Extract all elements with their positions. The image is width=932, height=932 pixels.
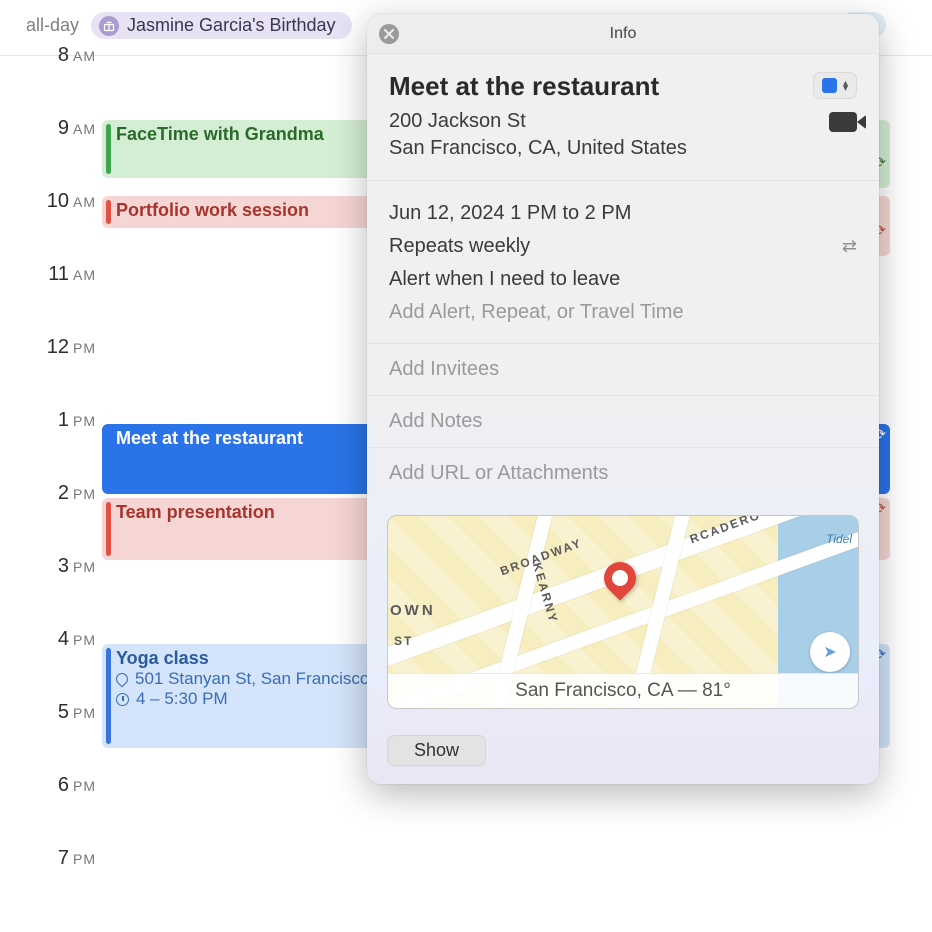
location-icon — [114, 671, 131, 688]
address-line-2: San Francisco, CA, United States — [389, 135, 687, 162]
clock-icon — [116, 693, 129, 706]
hour-label: 10AM — [40, 190, 96, 213]
chevron-down-icon: ▾ — [843, 86, 848, 91]
map-container: BROADWAY KEARNY OWN ST RCADERO Tidel ➤ S… — [367, 499, 879, 723]
hour-label: 8AM — [40, 44, 96, 67]
hour-label: 3PM — [40, 555, 96, 578]
gift-icon — [99, 16, 119, 36]
hour-label: 5PM — [40, 701, 96, 724]
event-title: Team presentation — [116, 502, 275, 522]
event-color-bar — [106, 200, 111, 224]
event-alert[interactable]: Alert when I need to leave — [389, 268, 620, 291]
hour-label: 2PM — [40, 482, 96, 505]
add-invitees[interactable]: Add Invitees — [367, 344, 879, 396]
popover-bottom-bar: Show — [367, 723, 879, 784]
map-compass-button[interactable]: ➤ — [810, 632, 850, 672]
show-button[interactable]: Show — [387, 735, 486, 766]
event-location-row: 200 Jackson St San Francisco, CA, United… — [367, 106, 879, 181]
event-color-bar — [106, 124, 111, 174]
map-weather-footer: San Francisco, CA — 81° — [388, 673, 858, 708]
allday-label: all-day — [26, 15, 79, 36]
calendar-select[interactable]: ▴ ▾ — [813, 72, 857, 99]
hour-label: 1PM — [40, 409, 96, 432]
map-water-label: Tidel — [826, 532, 852, 546]
event-color-bar — [106, 648, 111, 744]
calendar-color-swatch — [822, 78, 837, 93]
hour-label: 4PM — [40, 628, 96, 651]
add-url-attachments[interactable]: Add URL or Attachments — [367, 448, 879, 499]
allday-event-label: Jasmine Garcia's Birthday — [127, 15, 336, 36]
event-time-section: Jun 12, 2024 1 PM to 2 PM Repeats weekly… — [367, 181, 879, 344]
close-icon — [384, 29, 394, 39]
location-map[interactable]: BROADWAY KEARNY OWN ST RCADERO Tidel ➤ S… — [387, 515, 859, 709]
hour-label: 7PM — [40, 847, 96, 870]
event-repeat[interactable]: Repeats weekly — [389, 235, 530, 258]
event-title: FaceTime with Grandma — [116, 124, 324, 144]
add-alert-repeat-travel[interactable]: Add Alert, Repeat, or Travel Time — [389, 301, 684, 324]
repeat-icon — [842, 235, 857, 258]
close-button[interactable] — [379, 24, 399, 44]
popover-header: Info — [367, 14, 879, 54]
event-color-bar — [106, 502, 111, 556]
popover-middle: Add Invitees Add Notes Add URL or Attach… — [367, 344, 879, 784]
address-line-1: 200 Jackson St — [389, 108, 687, 135]
map-road-label: ST — [394, 634, 413, 648]
video-call-icon[interactable] — [829, 112, 857, 132]
event-info-popover: Info Meet at the restaurant ▴ ▾ 200 Jack… — [367, 14, 879, 784]
event-title: Portfolio work session — [116, 200, 309, 220]
hour-label: 11AM — [40, 263, 96, 286]
add-notes[interactable]: Add Notes — [367, 396, 879, 448]
event-title: Meet at the restaurant — [116, 428, 303, 448]
hour-label: 6PM — [40, 774, 96, 797]
allday-event-birthday[interactable]: Jasmine Garcia's Birthday — [91, 12, 352, 39]
popover-title: Info — [610, 25, 637, 43]
map-road-label: OWN — [390, 602, 436, 619]
event-datetime[interactable]: Jun 12, 2024 1 PM to 2 PM — [389, 202, 631, 225]
event-location-input[interactable]: 200 Jackson St San Francisco, CA, United… — [389, 108, 687, 162]
hour-label: 9AM — [40, 117, 96, 140]
event-title-row: Meet at the restaurant ▴ ▾ — [367, 54, 879, 106]
event-title-input[interactable]: Meet at the restaurant — [389, 72, 659, 102]
hour-label: 12PM — [40, 336, 96, 359]
